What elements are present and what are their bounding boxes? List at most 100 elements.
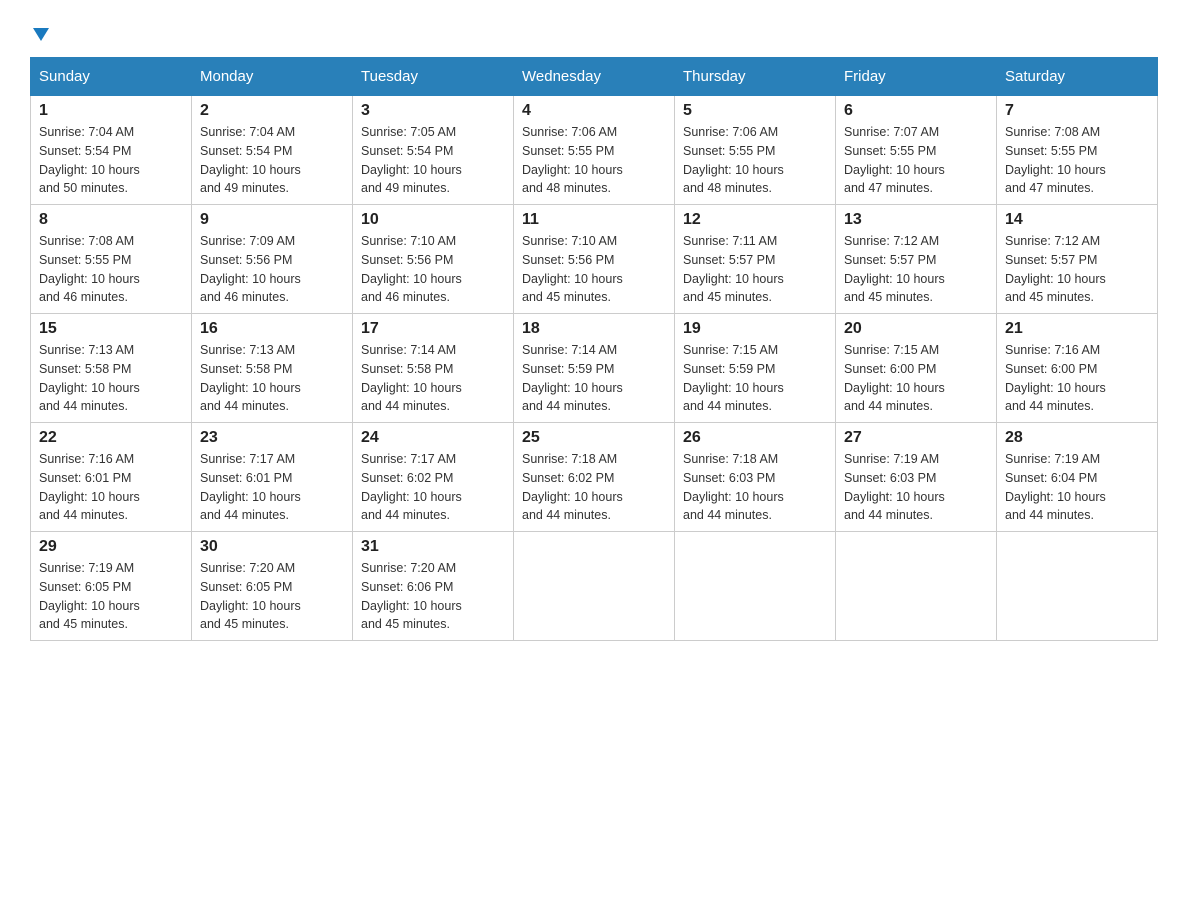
calendar-cell: 7 Sunrise: 7:08 AMSunset: 5:55 PMDayligh…	[997, 96, 1158, 205]
day-number: 27	[844, 429, 988, 447]
day-info: Sunrise: 7:13 AMSunset: 5:58 PMDaylight:…	[39, 343, 140, 413]
calendar-week-row: 22 Sunrise: 7:16 AMSunset: 6:01 PMDaylig…	[31, 423, 1158, 532]
chevron-icon	[33, 28, 49, 41]
calendar-cell: 1 Sunrise: 7:04 AMSunset: 5:54 PMDayligh…	[31, 96, 192, 205]
calendar-cell	[514, 532, 675, 641]
calendar-header-row: SundayMondayTuesdayWednesdayThursdayFrid…	[31, 58, 1158, 96]
day-number: 28	[1005, 429, 1149, 447]
day-info: Sunrise: 7:17 AMSunset: 6:02 PMDaylight:…	[361, 452, 462, 522]
day-info: Sunrise: 7:04 AMSunset: 5:54 PMDaylight:…	[39, 125, 140, 195]
logo	[30, 20, 49, 39]
day-info: Sunrise: 7:10 AMSunset: 5:56 PMDaylight:…	[522, 234, 623, 304]
day-info: Sunrise: 7:19 AMSunset: 6:04 PMDaylight:…	[1005, 452, 1106, 522]
calendar-cell	[836, 532, 997, 641]
column-header-saturday: Saturday	[997, 58, 1158, 96]
day-info: Sunrise: 7:08 AMSunset: 5:55 PMDaylight:…	[39, 234, 140, 304]
day-number: 7	[1005, 102, 1149, 120]
calendar-week-row: 1 Sunrise: 7:04 AMSunset: 5:54 PMDayligh…	[31, 96, 1158, 205]
day-number: 1	[39, 102, 183, 120]
day-info: Sunrise: 7:05 AMSunset: 5:54 PMDaylight:…	[361, 125, 462, 195]
calendar-cell: 15 Sunrise: 7:13 AMSunset: 5:58 PMDaylig…	[31, 314, 192, 423]
day-info: Sunrise: 7:14 AMSunset: 5:58 PMDaylight:…	[361, 343, 462, 413]
day-number: 12	[683, 211, 827, 229]
calendar-cell: 19 Sunrise: 7:15 AMSunset: 5:59 PMDaylig…	[675, 314, 836, 423]
calendar-cell: 6 Sunrise: 7:07 AMSunset: 5:55 PMDayligh…	[836, 96, 997, 205]
calendar-cell: 14 Sunrise: 7:12 AMSunset: 5:57 PMDaylig…	[997, 205, 1158, 314]
day-number: 22	[39, 429, 183, 447]
day-info: Sunrise: 7:07 AMSunset: 5:55 PMDaylight:…	[844, 125, 945, 195]
calendar-cell: 28 Sunrise: 7:19 AMSunset: 6:04 PMDaylig…	[997, 423, 1158, 532]
calendar-cell: 13 Sunrise: 7:12 AMSunset: 5:57 PMDaylig…	[836, 205, 997, 314]
column-header-friday: Friday	[836, 58, 997, 96]
calendar-week-row: 15 Sunrise: 7:13 AMSunset: 5:58 PMDaylig…	[31, 314, 1158, 423]
day-info: Sunrise: 7:08 AMSunset: 5:55 PMDaylight:…	[1005, 125, 1106, 195]
day-number: 5	[683, 102, 827, 120]
calendar-cell	[675, 532, 836, 641]
day-info: Sunrise: 7:12 AMSunset: 5:57 PMDaylight:…	[1005, 234, 1106, 304]
calendar-cell: 22 Sunrise: 7:16 AMSunset: 6:01 PMDaylig…	[31, 423, 192, 532]
calendar-cell: 11 Sunrise: 7:10 AMSunset: 5:56 PMDaylig…	[514, 205, 675, 314]
calendar-cell: 24 Sunrise: 7:17 AMSunset: 6:02 PMDaylig…	[353, 423, 514, 532]
day-number: 3	[361, 102, 505, 120]
day-info: Sunrise: 7:19 AMSunset: 6:05 PMDaylight:…	[39, 561, 140, 631]
calendar-cell: 26 Sunrise: 7:18 AMSunset: 6:03 PMDaylig…	[675, 423, 836, 532]
calendar-cell: 23 Sunrise: 7:17 AMSunset: 6:01 PMDaylig…	[192, 423, 353, 532]
day-info: Sunrise: 7:10 AMSunset: 5:56 PMDaylight:…	[361, 234, 462, 304]
calendar-cell: 31 Sunrise: 7:20 AMSunset: 6:06 PMDaylig…	[353, 532, 514, 641]
calendar-week-row: 8 Sunrise: 7:08 AMSunset: 5:55 PMDayligh…	[31, 205, 1158, 314]
calendar-cell: 4 Sunrise: 7:06 AMSunset: 5:55 PMDayligh…	[514, 96, 675, 205]
calendar-cell: 21 Sunrise: 7:16 AMSunset: 6:00 PMDaylig…	[997, 314, 1158, 423]
day-number: 8	[39, 211, 183, 229]
day-info: Sunrise: 7:20 AMSunset: 6:06 PMDaylight:…	[361, 561, 462, 631]
day-number: 6	[844, 102, 988, 120]
calendar-cell: 29 Sunrise: 7:19 AMSunset: 6:05 PMDaylig…	[31, 532, 192, 641]
day-info: Sunrise: 7:20 AMSunset: 6:05 PMDaylight:…	[200, 561, 301, 631]
day-info: Sunrise: 7:17 AMSunset: 6:01 PMDaylight:…	[200, 452, 301, 522]
day-info: Sunrise: 7:18 AMSunset: 6:02 PMDaylight:…	[522, 452, 623, 522]
column-header-monday: Monday	[192, 58, 353, 96]
day-info: Sunrise: 7:12 AMSunset: 5:57 PMDaylight:…	[844, 234, 945, 304]
calendar-table: SundayMondayTuesdayWednesdayThursdayFrid…	[30, 57, 1158, 641]
calendar-cell: 3 Sunrise: 7:05 AMSunset: 5:54 PMDayligh…	[353, 96, 514, 205]
day-number: 19	[683, 320, 827, 338]
day-info: Sunrise: 7:11 AMSunset: 5:57 PMDaylight:…	[683, 234, 784, 304]
calendar-cell: 9 Sunrise: 7:09 AMSunset: 5:56 PMDayligh…	[192, 205, 353, 314]
calendar-cell: 20 Sunrise: 7:15 AMSunset: 6:00 PMDaylig…	[836, 314, 997, 423]
calendar-week-row: 29 Sunrise: 7:19 AMSunset: 6:05 PMDaylig…	[31, 532, 1158, 641]
header	[30, 20, 1158, 39]
day-info: Sunrise: 7:15 AMSunset: 6:00 PMDaylight:…	[844, 343, 945, 413]
day-number: 18	[522, 320, 666, 338]
day-number: 9	[200, 211, 344, 229]
day-info: Sunrise: 7:16 AMSunset: 6:01 PMDaylight:…	[39, 452, 140, 522]
day-number: 21	[1005, 320, 1149, 338]
calendar-cell: 16 Sunrise: 7:13 AMSunset: 5:58 PMDaylig…	[192, 314, 353, 423]
day-number: 24	[361, 429, 505, 447]
calendar-cell: 18 Sunrise: 7:14 AMSunset: 5:59 PMDaylig…	[514, 314, 675, 423]
calendar-cell: 12 Sunrise: 7:11 AMSunset: 5:57 PMDaylig…	[675, 205, 836, 314]
day-info: Sunrise: 7:04 AMSunset: 5:54 PMDaylight:…	[200, 125, 301, 195]
calendar-cell: 2 Sunrise: 7:04 AMSunset: 5:54 PMDayligh…	[192, 96, 353, 205]
day-number: 11	[522, 211, 666, 229]
calendar-cell: 25 Sunrise: 7:18 AMSunset: 6:02 PMDaylig…	[514, 423, 675, 532]
day-number: 29	[39, 538, 183, 556]
day-info: Sunrise: 7:06 AMSunset: 5:55 PMDaylight:…	[683, 125, 784, 195]
day-number: 31	[361, 538, 505, 556]
day-info: Sunrise: 7:16 AMSunset: 6:00 PMDaylight:…	[1005, 343, 1106, 413]
day-number: 26	[683, 429, 827, 447]
day-number: 25	[522, 429, 666, 447]
day-number: 13	[844, 211, 988, 229]
column-header-wednesday: Wednesday	[514, 58, 675, 96]
day-info: Sunrise: 7:18 AMSunset: 6:03 PMDaylight:…	[683, 452, 784, 522]
column-header-sunday: Sunday	[31, 58, 192, 96]
calendar-cell: 8 Sunrise: 7:08 AMSunset: 5:55 PMDayligh…	[31, 205, 192, 314]
day-number: 16	[200, 320, 344, 338]
calendar-cell: 10 Sunrise: 7:10 AMSunset: 5:56 PMDaylig…	[353, 205, 514, 314]
calendar-cell: 5 Sunrise: 7:06 AMSunset: 5:55 PMDayligh…	[675, 96, 836, 205]
day-number: 4	[522, 102, 666, 120]
day-number: 30	[200, 538, 344, 556]
day-number: 23	[200, 429, 344, 447]
column-header-thursday: Thursday	[675, 58, 836, 96]
day-info: Sunrise: 7:13 AMSunset: 5:58 PMDaylight:…	[200, 343, 301, 413]
day-number: 2	[200, 102, 344, 120]
day-info: Sunrise: 7:19 AMSunset: 6:03 PMDaylight:…	[844, 452, 945, 522]
